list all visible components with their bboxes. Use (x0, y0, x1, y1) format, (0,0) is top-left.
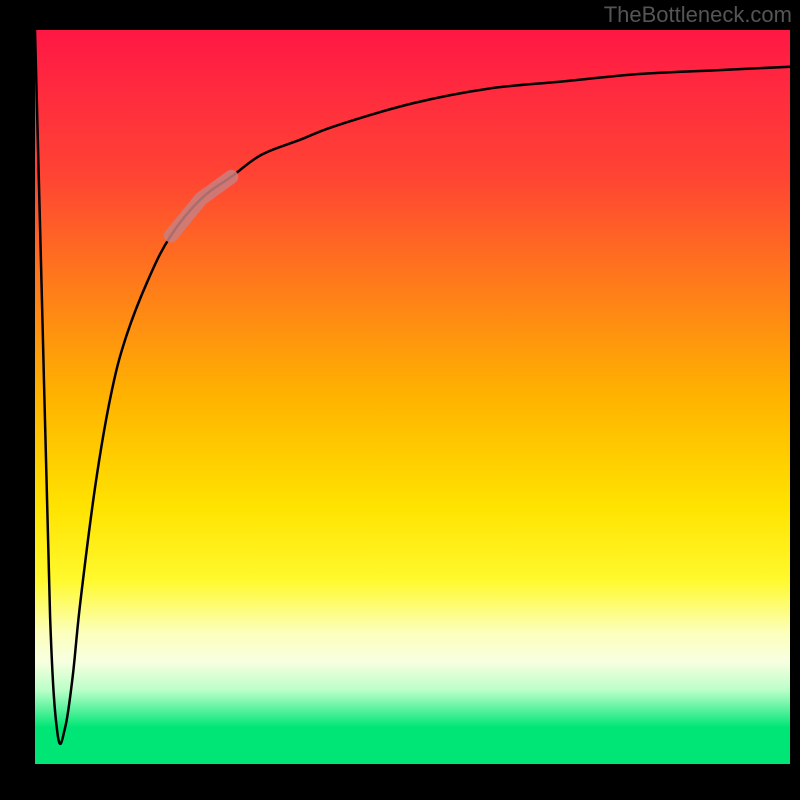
watermark-text: TheBottleneck.com (604, 2, 792, 28)
chart-container: TheBottleneck.com (0, 0, 800, 800)
bottleneck-curve (35, 30, 790, 744)
curve-layer (0, 0, 800, 800)
highlight-segment (171, 177, 231, 236)
